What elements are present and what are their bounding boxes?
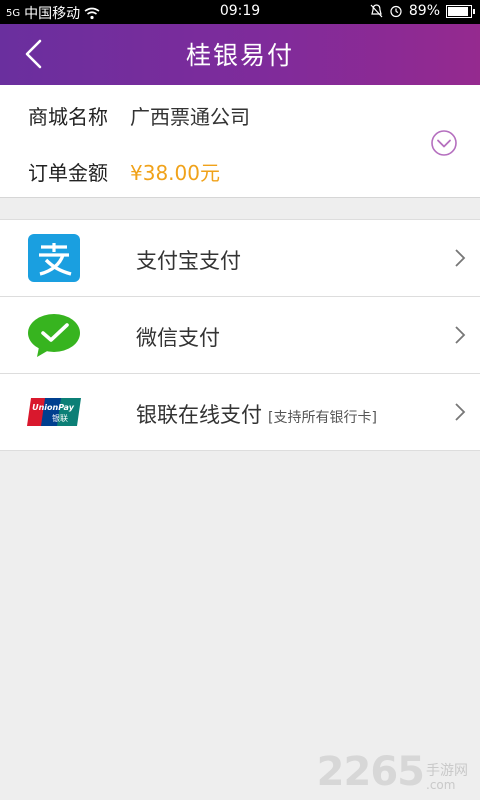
svg-text:银联: 银联 — [52, 413, 68, 423]
unionpay-logo-icon: UnionPay 银联 — [27, 398, 81, 426]
amount-row: 订单金额 ¥38.00元 — [28, 157, 220, 186]
watermark-text-en: .com — [426, 778, 456, 792]
battery-percent: 89% — [408, 3, 440, 19]
merchant-value: 广西票通公司 — [130, 105, 250, 129]
payment-name: 微信支付 — [136, 326, 220, 350]
alarm-icon — [390, 5, 402, 18]
payment-label: 银联在线支付 [支持所有银行卡] — [136, 399, 377, 429]
battery-fill — [448, 6, 468, 16]
info-divider — [0, 197, 480, 198]
payment-option-unionpay[interactable]: UnionPay 银联 银联在线支付 [支持所有银行卡] — [0, 374, 480, 450]
order-info-panel: 商城名称 广西票通公司 订单金额 ¥38.00元 — [0, 85, 480, 197]
payment-name: 支付宝支付 — [136, 249, 241, 273]
alipay-logo-icon — [28, 234, 80, 282]
watermark-text: 手游网 .com — [426, 764, 468, 792]
page-title: 桂银易付 — [185, 41, 294, 70]
chevron-right-icon — [455, 326, 466, 344]
status-right: 89% — [370, 3, 475, 19]
payment-label: 微信支付 — [136, 322, 220, 352]
battery-icon — [446, 4, 475, 18]
chevron-right-icon — [455, 249, 466, 267]
payment-note: [支持所有银行卡] — [268, 410, 377, 426]
watermark-number: 2265 — [316, 749, 425, 795]
wechat-logo-icon — [28, 314, 80, 357]
payment-label: 支付宝支付 — [136, 245, 241, 275]
merchant-row: 商城名称 广西票通公司 — [28, 101, 250, 130]
amount-label: 订单金额 — [28, 161, 108, 185]
status-bar: 5G 中国移动 09:19 89% — [0, 0, 480, 24]
svg-text:UnionPay: UnionPay — [32, 403, 75, 412]
payment-method-list: 支付宝支付 微信支付 UnionPay 银联 银联在线支付 [支持所有银行卡] — [0, 219, 480, 451]
payment-option-wechat[interactable]: 微信支付 — [0, 297, 480, 374]
site-watermark: 2265 手游网 .com — [317, 752, 468, 792]
mute-bell-icon — [370, 4, 383, 18]
chevron-right-icon — [455, 403, 466, 421]
merchant-label: 商城名称 — [28, 105, 108, 129]
payment-option-alipay[interactable]: 支付宝支付 — [0, 220, 480, 297]
amount-value: ¥38.00元 — [130, 161, 220, 185]
payment-name: 银联在线支付 — [136, 403, 262, 427]
expand-details-icon[interactable] — [430, 129, 458, 157]
watermark-text-cn: 手游网 — [426, 763, 468, 779]
app-header: 桂银易付 — [0, 24, 480, 85]
